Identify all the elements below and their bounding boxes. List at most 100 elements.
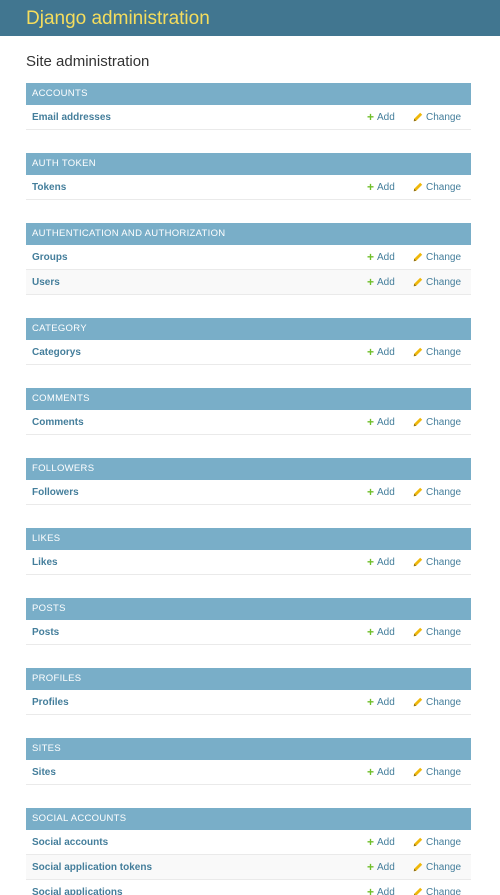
- pencil-icon: [413, 697, 423, 707]
- app-module-auth-token: Auth Token Tokens + Add Change: [26, 153, 471, 200]
- model-link[interactable]: Posts: [26, 627, 367, 638]
- plus-icon: +: [367, 485, 375, 499]
- pencil-icon: [413, 277, 423, 287]
- model-link[interactable]: Email addresses: [26, 112, 367, 123]
- add-link[interactable]: + Add: [367, 861, 413, 873]
- add-label: Add: [377, 251, 395, 263]
- app-caption[interactable]: Authentication and Authorization: [26, 223, 471, 245]
- pencil-icon: [413, 417, 423, 427]
- app-module-accounts: Accounts Email addresses + Add Change: [26, 83, 471, 130]
- model-row-sites: Sites + Add Change: [26, 760, 471, 785]
- add-label: Add: [377, 416, 395, 428]
- app-caption[interactable]: Followers: [26, 458, 471, 480]
- add-label: Add: [377, 766, 395, 778]
- add-link[interactable]: + Add: [367, 836, 413, 848]
- model-link[interactable]: Social applications: [26, 887, 367, 895]
- app-caption[interactable]: Posts: [26, 598, 471, 620]
- app-module-category: Category Categorys + Add Change: [26, 318, 471, 365]
- change-link[interactable]: Change: [413, 862, 471, 873]
- model-link[interactable]: Followers: [26, 487, 367, 498]
- change-link[interactable]: Change: [413, 627, 471, 638]
- app-module-followers: Followers Followers + Add Change: [26, 458, 471, 505]
- pencil-icon: [413, 252, 423, 262]
- app-caption[interactable]: Social Accounts: [26, 808, 471, 830]
- app-caption[interactable]: Comments: [26, 388, 471, 410]
- change-link[interactable]: Change: [413, 417, 471, 428]
- change-label: Change: [426, 251, 462, 263]
- model-link[interactable]: Categorys: [26, 347, 367, 358]
- plus-icon: +: [367, 110, 375, 124]
- site-branding-link[interactable]: Django administration: [26, 9, 210, 28]
- app-caption[interactable]: Profiles: [26, 668, 471, 690]
- change-link[interactable]: Change: [413, 182, 471, 193]
- change-label: Change: [426, 836, 462, 848]
- add-link[interactable]: + Add: [367, 626, 413, 638]
- add-link[interactable]: + Add: [367, 416, 413, 428]
- app-caption[interactable]: Sites: [26, 738, 471, 760]
- add-link[interactable]: + Add: [367, 486, 413, 498]
- add-link[interactable]: + Add: [367, 886, 413, 895]
- model-link[interactable]: Social accounts: [26, 837, 367, 848]
- change-link[interactable]: Change: [413, 557, 471, 568]
- plus-icon: +: [367, 555, 375, 569]
- model-link[interactable]: Users: [26, 277, 367, 288]
- change-label: Change: [426, 416, 462, 428]
- add-label: Add: [377, 886, 395, 895]
- model-row-groups: Groups + Add Change: [26, 245, 471, 270]
- pencil-icon: [413, 557, 423, 567]
- add-label: Add: [377, 556, 395, 568]
- app-caption[interactable]: Likes: [26, 528, 471, 550]
- change-label: Change: [426, 111, 462, 123]
- change-label: Change: [426, 346, 462, 358]
- add-link[interactable]: + Add: [367, 181, 413, 193]
- model-row-followers: Followers + Add Change: [26, 480, 471, 505]
- model-link[interactable]: Social application tokens: [26, 862, 367, 873]
- change-link[interactable]: Change: [413, 112, 471, 123]
- plus-icon: +: [367, 835, 375, 849]
- model-link[interactable]: Profiles: [26, 697, 367, 708]
- change-link[interactable]: Change: [413, 887, 471, 895]
- add-link[interactable]: + Add: [367, 251, 413, 263]
- add-label: Add: [377, 181, 395, 193]
- pencil-icon: [413, 837, 423, 847]
- app-module-posts: Posts Posts + Add Change: [26, 598, 471, 645]
- change-link[interactable]: Change: [413, 252, 471, 263]
- add-link[interactable]: + Add: [367, 346, 413, 358]
- change-link[interactable]: Change: [413, 487, 471, 498]
- model-link[interactable]: Sites: [26, 767, 367, 778]
- model-link[interactable]: Comments: [26, 417, 367, 428]
- pencil-icon: [413, 862, 423, 872]
- change-label: Change: [426, 556, 462, 568]
- add-label: Add: [377, 836, 395, 848]
- app-module-profiles: Profiles Profiles + Add Change: [26, 668, 471, 715]
- model-row-social-applications: Social applications + Add Change: [26, 880, 471, 895]
- content: Site administration Accounts Email addres…: [0, 53, 500, 895]
- change-link[interactable]: Change: [413, 767, 471, 778]
- app-module-sites: Sites Sites + Add Change: [26, 738, 471, 785]
- add-label: Add: [377, 696, 395, 708]
- model-row-profiles: Profiles + Add Change: [26, 690, 471, 715]
- add-label: Add: [377, 276, 395, 288]
- model-row-likes: Likes + Add Change: [26, 550, 471, 575]
- add-link[interactable]: + Add: [367, 696, 413, 708]
- model-link[interactable]: Likes: [26, 557, 367, 568]
- add-link[interactable]: + Add: [367, 276, 413, 288]
- change-link[interactable]: Change: [413, 347, 471, 358]
- plus-icon: +: [367, 180, 375, 194]
- add-link[interactable]: + Add: [367, 556, 413, 568]
- app-caption[interactable]: Auth Token: [26, 153, 471, 175]
- change-link[interactable]: Change: [413, 697, 471, 708]
- add-link[interactable]: + Add: [367, 766, 413, 778]
- model-link[interactable]: Tokens: [26, 182, 367, 193]
- app-module-social-accounts: Social Accounts Social accounts + Add Change…: [26, 808, 471, 895]
- pencil-icon: [414, 887, 423, 895]
- change-link[interactable]: Change: [413, 277, 471, 288]
- pencil-icon: [413, 627, 423, 637]
- plus-icon: +: [367, 415, 375, 429]
- change-link[interactable]: Change: [413, 837, 471, 848]
- app-caption[interactable]: Accounts: [26, 83, 471, 105]
- add-link[interactable]: + Add: [367, 111, 413, 123]
- model-link[interactable]: Groups: [26, 252, 367, 263]
- pencil-icon: [413, 112, 423, 122]
- app-caption[interactable]: Category: [26, 318, 471, 340]
